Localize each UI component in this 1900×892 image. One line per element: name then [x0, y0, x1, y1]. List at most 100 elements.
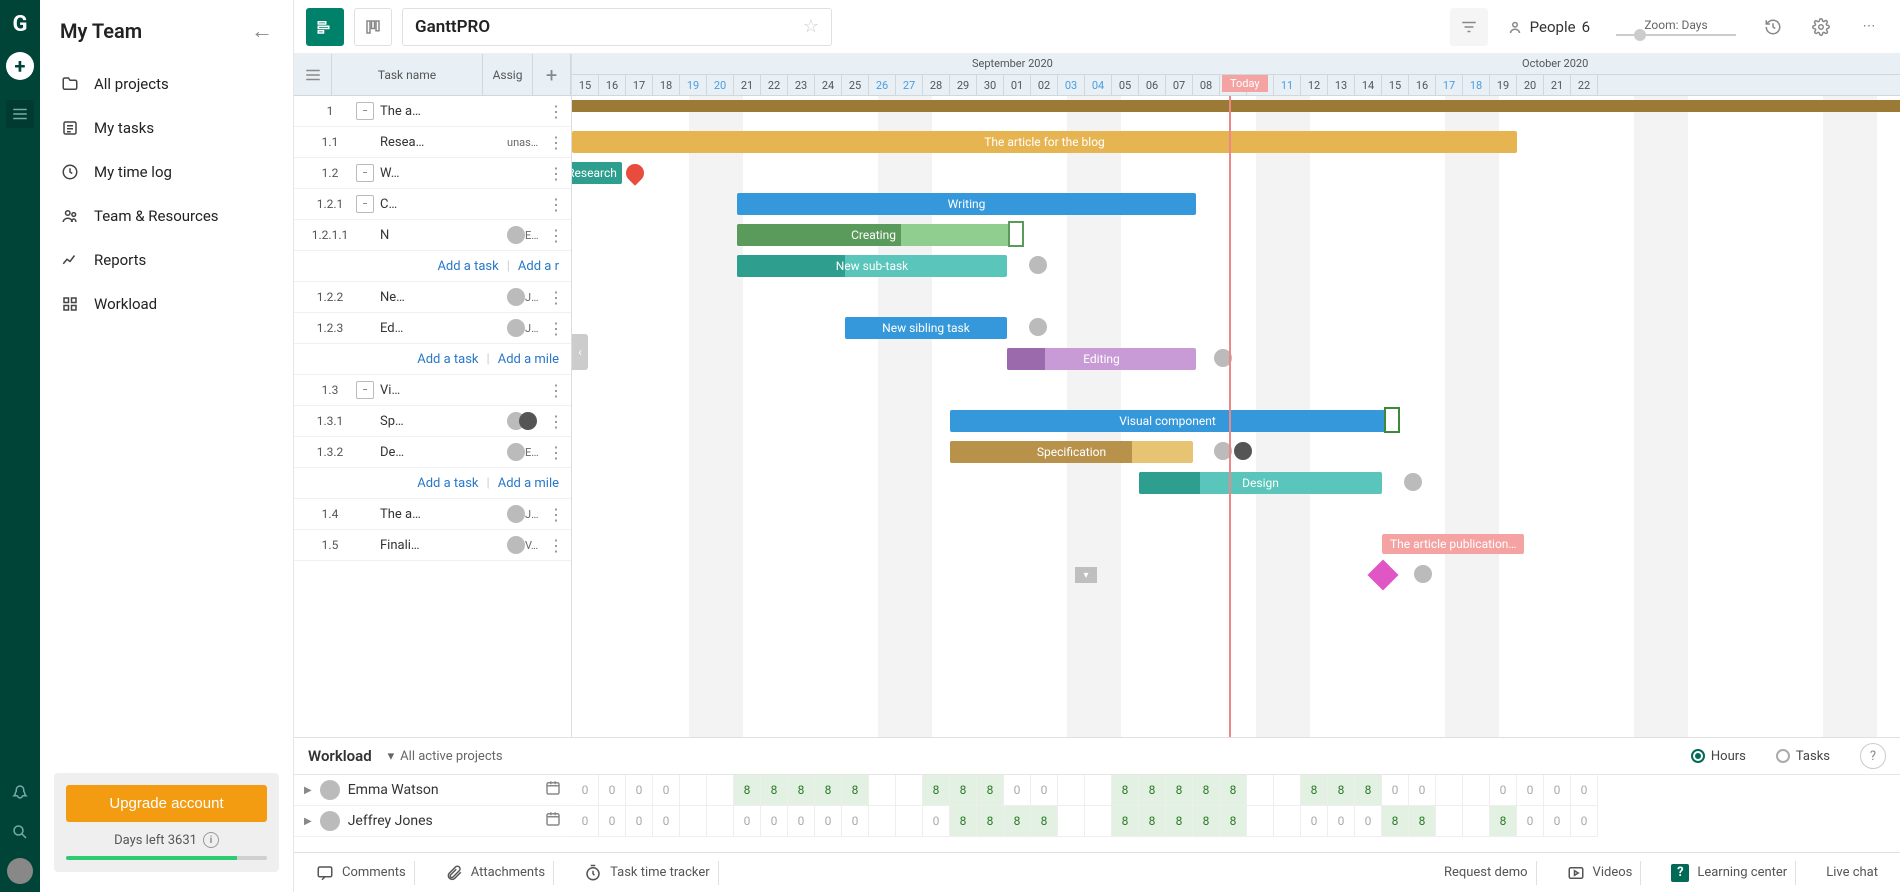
column-task-name[interactable]: Task name [332, 54, 483, 95]
workload-cell[interactable] [707, 806, 734, 837]
workload-cell[interactable]: 0 [788, 806, 815, 837]
row-menu-icon[interactable]: ⋮ [547, 536, 565, 555]
bar-editing[interactable]: Editing [1007, 348, 1196, 370]
row-menu-icon[interactable]: ⋮ [547, 319, 565, 338]
footer-demo[interactable]: Request demo [1436, 861, 1537, 885]
row-menu-icon[interactable]: ⋮ [547, 102, 565, 121]
day-cell[interactable]: 08 [1193, 75, 1220, 96]
assignee-cell[interactable] [507, 412, 547, 430]
workload-cell[interactable]: 8 [1382, 806, 1409, 837]
day-cell[interactable]: 19 [680, 75, 707, 96]
workload-cell[interactable]: 0 [1301, 806, 1328, 837]
chevron-icon[interactable]: ▶ [304, 816, 312, 827]
avatar-icon[interactable] [1027, 254, 1049, 276]
workload-cell[interactable]: 0 [842, 806, 869, 837]
day-cell[interactable]: 26 [869, 75, 896, 96]
workload-cell[interactable] [1463, 775, 1490, 806]
day-cell[interactable]: 18 [1463, 75, 1490, 96]
day-cell[interactable]: 21 [1544, 75, 1571, 96]
workload-cell[interactable] [1436, 806, 1463, 837]
workload-cell[interactable]: 8 [1301, 775, 1328, 806]
workload-cell[interactable]: 8 [788, 775, 815, 806]
row-menu-icon[interactable]: ⋮ [547, 288, 565, 307]
day-cell[interactable]: 29 [950, 75, 977, 96]
workload-cell[interactable]: 0 [599, 806, 626, 837]
workload-cell[interactable] [896, 806, 923, 837]
task-row[interactable]: 1.3−Vi…⋮ [294, 375, 571, 406]
workload-cell[interactable] [1274, 806, 1301, 837]
workload-cell[interactable] [869, 775, 896, 806]
avatar-icon[interactable] [1402, 471, 1424, 493]
workload-cell[interactable]: 8 [1193, 806, 1220, 837]
day-cell[interactable]: 03 [1058, 75, 1085, 96]
workload-cell[interactable] [896, 775, 923, 806]
workload-cell[interactable]: 8 [950, 775, 977, 806]
bar-article[interactable]: The article for the blog [572, 131, 1517, 153]
collapse-toggle[interactable]: − [356, 195, 374, 213]
workload-cell[interactable] [1085, 806, 1112, 837]
notifications-icon[interactable] [6, 778, 34, 806]
column-assigned[interactable]: Assig [483, 54, 533, 95]
help-icon[interactable]: ? [1860, 743, 1886, 769]
workload-cell[interactable]: 0 [815, 806, 842, 837]
assignee-cell[interactable]: unas… [507, 136, 547, 149]
add-task-link[interactable]: Add a task [437, 259, 498, 274]
sidebar-item-my-tasks[interactable]: My tasks [40, 106, 293, 150]
day-cell[interactable]: 16 [1409, 75, 1436, 96]
workload-cell[interactable]: 8 [1139, 775, 1166, 806]
task-row[interactable]: 1.2.1−C…⋮ [294, 189, 571, 220]
task-row[interactable]: 1.5Finali…V…⋮ [294, 530, 571, 561]
task-row[interactable]: 1.2.2Ne…J…⋮ [294, 282, 571, 313]
workload-filter[interactable]: ▾ All active projects [388, 749, 503, 764]
workload-cell[interactable]: 8 [1328, 775, 1355, 806]
row-menu-icon[interactable]: ⋮ [547, 226, 565, 245]
workload-cell[interactable] [869, 806, 896, 837]
workload-cell[interactable]: 8 [1220, 775, 1247, 806]
footer-chat[interactable]: Live chat [1818, 861, 1886, 885]
assignee-cell[interactable]: E… [507, 443, 547, 461]
day-cell[interactable]: 04 [1085, 75, 1112, 96]
task-row[interactable]: 1.1Resea…unas…⋮ [294, 127, 571, 158]
zoom-control[interactable]: Zoom: Days [1608, 8, 1744, 46]
workload-cell[interactable] [1274, 775, 1301, 806]
row-menu-icon[interactable]: ⋮ [547, 195, 565, 214]
assignee-cell[interactable]: J… [507, 288, 547, 306]
workload-cell[interactable]: 8 [1355, 775, 1382, 806]
collapse-sidebar-icon[interactable]: ← [251, 18, 273, 44]
workload-cell[interactable] [1247, 806, 1274, 837]
workload-cell[interactable] [1085, 775, 1112, 806]
workload-cell[interactable]: 8 [1139, 806, 1166, 837]
footer-attachments[interactable]: Attachments [437, 861, 554, 885]
day-cell[interactable]: 17 [626, 75, 653, 96]
workload-cell[interactable]: 8 [1193, 775, 1220, 806]
workload-cell[interactable]: 0 [923, 806, 950, 837]
day-cell[interactable]: 25 [842, 75, 869, 96]
add-milestone-link[interactable]: Add a mile [498, 476, 559, 491]
workload-cell[interactable]: 8 [761, 775, 788, 806]
footer-videos[interactable]: Videos [1559, 861, 1642, 885]
gantt-chart[interactable]: September 2020October 2020 1516171819202… [572, 54, 1900, 737]
task-row[interactable]: 1.2.1.1NE…⋮ [294, 220, 571, 251]
bar-newsub[interactable]: New sub-task [737, 255, 1007, 277]
workload-cell[interactable]: 8 [1490, 806, 1517, 837]
workload-cell[interactable]: 0 [653, 775, 680, 806]
collapse-toggle[interactable]: − [356, 381, 374, 399]
workload-cell[interactable]: 0 [599, 775, 626, 806]
day-cell[interactable]: 22 [761, 75, 788, 96]
search-icon[interactable] [6, 818, 34, 846]
day-cell[interactable]: 20 [707, 75, 734, 96]
workload-cell[interactable]: 0 [1571, 775, 1598, 806]
bar-writing[interactable]: Writing [737, 193, 1196, 215]
workload-cell[interactable]: 0 [1544, 775, 1571, 806]
workload-person-row[interactable]: ▶Emma Watson [294, 775, 572, 806]
task-row[interactable]: 1.4The a…J…⋮ [294, 499, 571, 530]
workload-cell[interactable]: 8 [923, 775, 950, 806]
day-cell[interactable]: 07 [1166, 75, 1193, 96]
workload-cell[interactable]: 0 [1031, 775, 1058, 806]
task-name-cell[interactable]: W… [380, 166, 507, 181]
workload-cell[interactable]: 8 [977, 806, 1004, 837]
day-cell[interactable]: 13 [1328, 75, 1355, 96]
row-menu-icon[interactable]: ⋮ [547, 505, 565, 524]
bar-visual[interactable]: Visual component [950, 410, 1385, 432]
task-name-cell[interactable]: De… [380, 445, 507, 460]
